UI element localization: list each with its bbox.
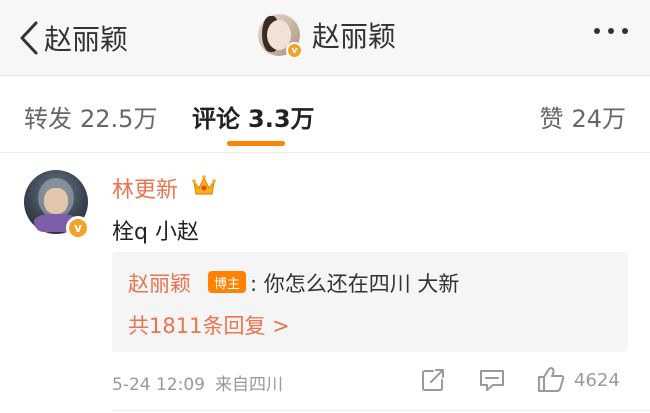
tab-repost[interactable]: 转发 22.5万: [24, 99, 157, 134]
host-badge: 博主: [208, 271, 246, 293]
comment-meta: 5-24 12:09 来自四川: [112, 370, 283, 395]
reply-text: : 你怎么还在四川 大新: [250, 272, 460, 296]
comment-item: v 林更新 栓q 小赵 赵丽颖 博主 : 你怎么还在四川 大新 共1811条回复…: [0, 154, 650, 413]
top-navigation-bar: 赵丽颖 v 赵丽颖: [0, 0, 650, 76]
chevron-left-icon: [20, 21, 38, 55]
tab-likes[interactable]: 赞 24万: [539, 99, 626, 134]
verified-badge-icon: v: [66, 216, 90, 240]
header-avatar[interactable]: v: [258, 14, 303, 59]
avatar-face: [44, 188, 68, 214]
verified-badge-icon: v: [286, 42, 303, 59]
tab-bar: 转发 22.5万 评论 3.3万 赞 24万: [0, 77, 650, 153]
crown-icon: [192, 175, 216, 195]
back-label: 赵丽颖: [44, 23, 129, 56]
tab-count: 24万: [571, 105, 626, 133]
dot: [622, 28, 628, 34]
dot: [594, 28, 600, 34]
tab-count: 3.3万: [248, 105, 315, 133]
dot: [608, 28, 614, 34]
reply-author[interactable]: 赵丽颖: [128, 268, 191, 298]
tab-label: 赞: [539, 105, 564, 133]
thumbs-up-icon[interactable]: [536, 365, 566, 393]
page-title: 赵丽颖: [312, 20, 397, 53]
like-count: 4624: [574, 370, 620, 391]
comment-icon[interactable]: [478, 367, 506, 393]
active-tab-indicator: [227, 141, 285, 146]
reply-preview[interactable]: 赵丽颖 博主 : 你怎么还在四川 大新 共1811条回复 >: [112, 252, 628, 352]
tab-count: 22.5万: [80, 105, 158, 133]
comment-text: 栓q 小赵: [112, 220, 199, 245]
more-dots-icon[interactable]: [594, 28, 628, 34]
comment-source: 来自四川: [214, 375, 283, 395]
comment-username[interactable]: 林更新: [112, 172, 178, 204]
comment-time: 5-24 12:09: [112, 375, 205, 395]
tab-label: 评论: [192, 105, 240, 133]
view-replies-link[interactable]: 共1811条回复 >: [128, 310, 290, 340]
header-profile[interactable]: v 赵丽颖: [258, 14, 397, 59]
tab-comments[interactable]: 评论 3.3万: [192, 99, 315, 134]
back-button[interactable]: 赵丽颖: [18, 18, 128, 58]
tab-label: 转发: [24, 105, 72, 133]
divider: [112, 410, 650, 411]
share-icon[interactable]: [420, 367, 446, 393]
